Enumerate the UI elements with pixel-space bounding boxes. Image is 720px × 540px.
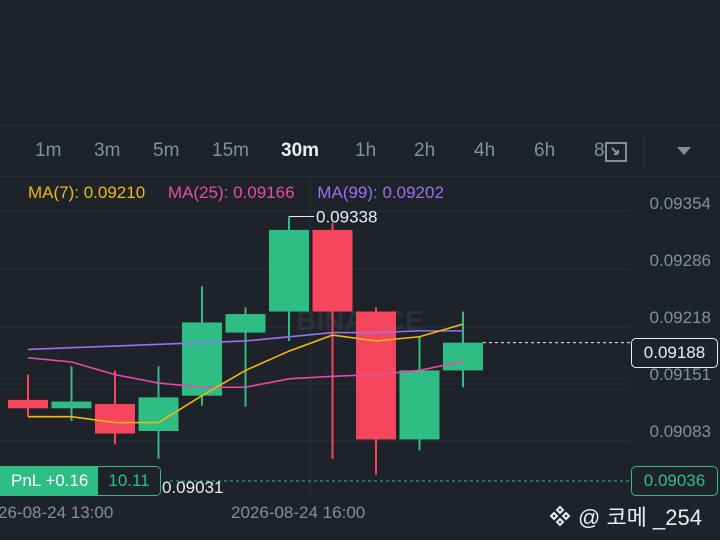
tab-8h[interactable]: 8 [594,140,605,162]
chevron-down-icon[interactable] [677,147,691,155]
tab-4h[interactable]: 4h [474,140,495,162]
tab-30m[interactable]: 30m [281,140,319,162]
price-axis-label: 0.09286 [650,251,711,270]
chart-type-icon[interactable] [604,141,628,163]
tab-6h[interactable]: 6h [534,140,555,162]
candle-body [51,401,92,409]
low-price-annotation: 0.09031 [162,478,223,497]
tab-2h[interactable]: 2h [414,140,435,162]
tab-3m[interactable]: 3m [94,140,120,162]
timeframe-bar: 1m 3m 5m 15m 30m 1h 2h 4h 6h 8 [0,125,720,177]
tab-1m[interactable]: 1m [35,140,61,162]
candle-body [95,404,135,434]
current-price-tag: 0.09188 [631,338,718,368]
pnl-badge[interactable]: PnL +0.16 10.11 [0,466,161,496]
candle-body [443,342,483,371]
high-price-annotation: 0.09338 [316,207,377,226]
candle-body [399,370,440,440]
candle-body [8,399,48,409]
user-watermark: @ 코메 _254 [548,500,702,532]
time-label-1: 26-08-24 13:00 [0,503,114,522]
time-label-2: 2026-08-24 16:00 [231,503,366,522]
binance-logo-icon [549,505,571,527]
price-axis-label: 0.09083 [650,422,711,441]
candle-body [182,322,222,396]
chart-header-blank [0,0,720,125]
low-price-tag: 0.09036 [631,466,718,496]
pnl-label: PnL +0.16 [1,467,99,495]
candle-body [225,314,266,333]
price-axis-label: 0.09218 [650,308,711,327]
candle-body [312,229,353,312]
price-axis-label: 0.09354 [650,194,711,213]
tab-5m[interactable]: 5m [153,140,179,162]
candle-body [269,229,309,312]
tab-1h[interactable]: 1h [355,140,376,162]
toolbar-divider [644,136,645,168]
tab-15m[interactable]: 15m [212,140,249,162]
pnl-value: 10.11 [98,467,160,495]
user-tag: @ 코메 _254 [578,505,702,530]
candlestick-chart[interactable]: BINANCE0.093540.092860.092180.091510.090… [0,177,720,497]
